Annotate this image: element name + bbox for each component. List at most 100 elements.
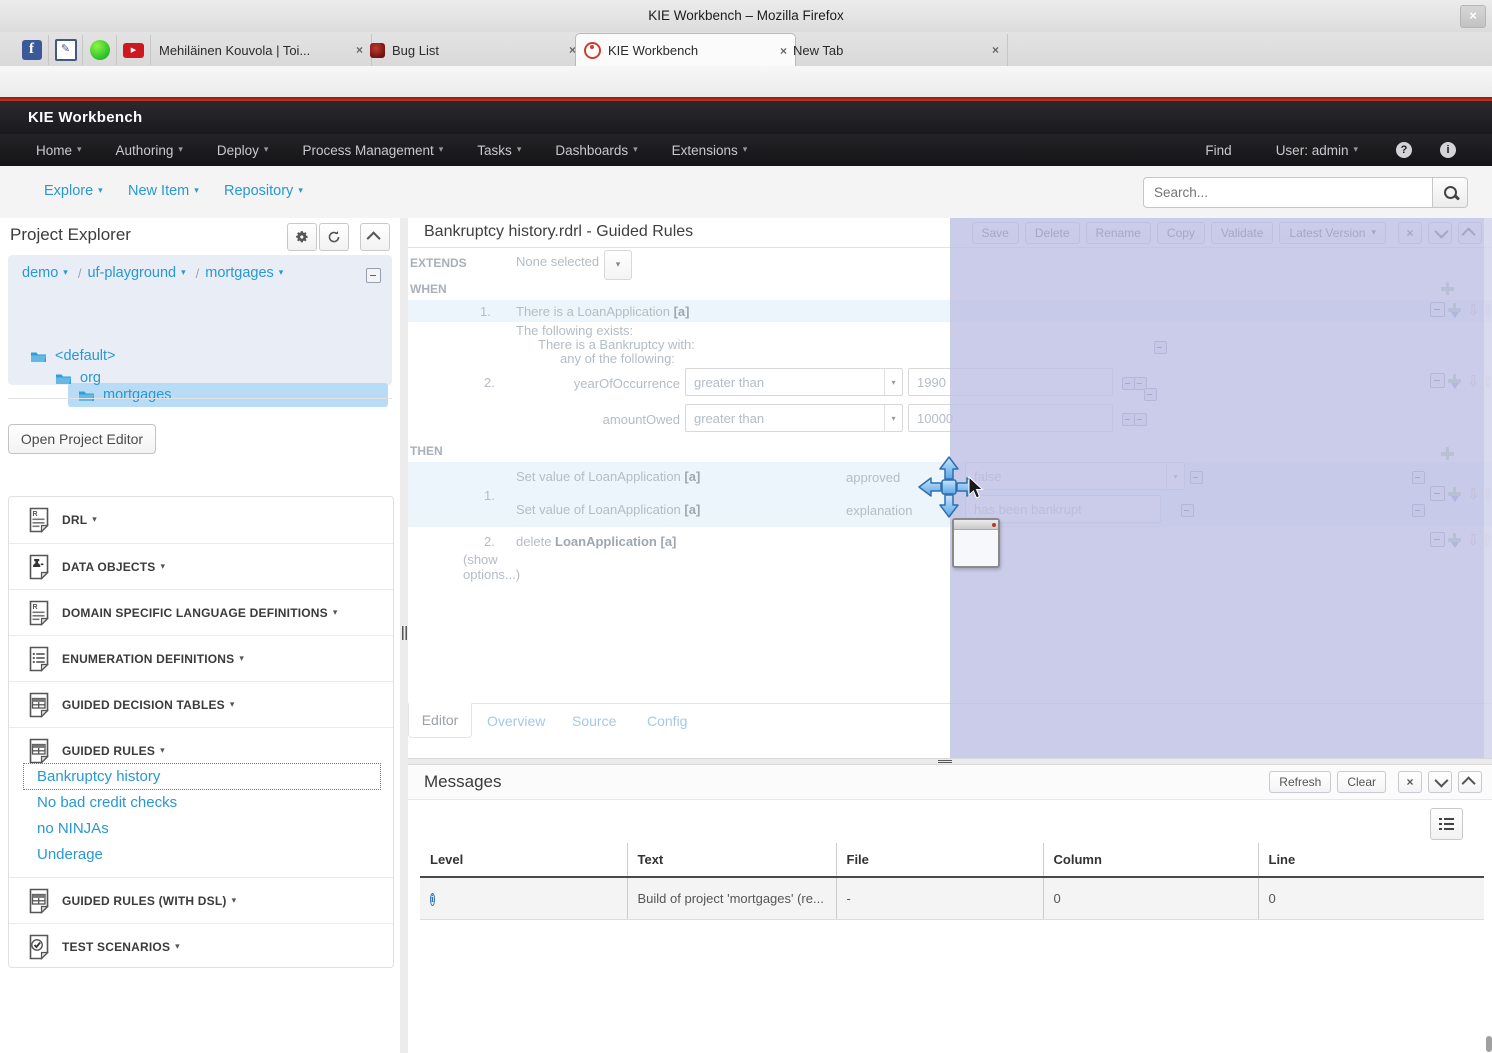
- chevron-down-icon[interactable]: ▾: [63, 268, 68, 278]
- rule-document-icon: R: [29, 507, 49, 533]
- tab-title: KIE Workbench: [608, 43, 699, 58]
- action-text[interactable]: Set value of LoanApplication [a]: [516, 502, 700, 517]
- nav-find[interactable]: Find: [1205, 143, 1231, 158]
- check-document-icon: [29, 934, 49, 960]
- tab-editor[interactable]: Editor: [408, 703, 472, 738]
- tab-close-icon[interactable]: ×: [992, 43, 999, 57]
- nav-tasks[interactable]: Tasks ▾: [477, 143, 521, 158]
- chevron-down-icon[interactable]: ▾: [279, 268, 284, 278]
- category-drl[interactable]: R DRL ▾: [9, 497, 393, 543]
- asset-underage[interactable]: Underage: [37, 846, 103, 863]
- chevron-down-icon: ▾: [194, 186, 199, 196]
- open-project-editor-button[interactable]: Open Project Editor: [8, 424, 156, 454]
- youtube-icon: ▶: [123, 42, 144, 58]
- asset-bankruptcy-history[interactable]: Bankruptcy history: [37, 768, 160, 785]
- asset-no-bad-credit-checks[interactable]: No bad credit checks: [37, 794, 177, 811]
- kie-search-input[interactable]: [1143, 177, 1432, 208]
- close-panel-button[interactable]: ×: [1398, 771, 1422, 793]
- operator-select[interactable]: greater than ▾: [685, 404, 903, 432]
- chevron-down-icon: ▾: [231, 896, 237, 906]
- extends-dropdown-button[interactable]: ▾: [604, 250, 632, 280]
- row-number: 1.: [484, 488, 495, 503]
- category-guided-rules-with-dsl[interactable]: GUIDED RULES (WITH DSL) ▾: [9, 877, 393, 924]
- breadcrumb-repository[interactable]: uf-playground: [87, 265, 176, 281]
- table-row[interactable]: i Build of project 'mortgages' (re... - …: [420, 877, 1484, 920]
- collapse-panel-button[interactable]: [360, 223, 390, 251]
- clear-button[interactable]: Clear: [1337, 771, 1386, 793]
- info-icon[interactable]: i: [1440, 142, 1456, 158]
- vertical-splitter[interactable]: [400, 218, 408, 1053]
- collapse-panel-button[interactable]: [1458, 771, 1482, 793]
- fact-binding: [a]: [673, 304, 690, 319]
- operator-select[interactable]: greater than ▾: [685, 368, 903, 396]
- category-test-scenarios[interactable]: TEST SCENARIOS ▾: [9, 923, 393, 970]
- delete-action[interactable]: delete LoanApplication [a]: [516, 534, 676, 549]
- col-file[interactable]: File: [835, 843, 1043, 878]
- tab-kie-workbench[interactable]: KIE Workbench ×: [575, 33, 796, 67]
- col-level[interactable]: Level: [420, 843, 627, 878]
- chevron-down-icon: ▾: [884, 369, 902, 395]
- collapse-tree-icon[interactable]: [366, 268, 381, 283]
- action-label: Set value of LoanApplication: [516, 469, 681, 484]
- category-enumeration-definitions[interactable]: ENUMERATION DEFINITIONS ▾: [9, 635, 393, 682]
- pinned-tab-apple[interactable]: [83, 35, 117, 65]
- tab-bug-list[interactable]: Bug List ×: [362, 34, 585, 66]
- user-menu[interactable]: User: admin ▾: [1276, 143, 1358, 158]
- chevron-down-icon: ▾: [178, 145, 183, 155]
- nav-dashboards[interactable]: Dashboards ▾: [555, 143, 637, 158]
- category-data-objects[interactable]: DATA OBJECTS ▾: [9, 543, 393, 590]
- nav-label: Authoring: [115, 142, 174, 158]
- nav-process-management[interactable]: Process Management ▾: [302, 143, 443, 158]
- action-text[interactable]: Set value of LoanApplication [a]: [516, 469, 700, 484]
- ghost-window-titlebar: [954, 520, 998, 530]
- explorer-breadcrumb-box: demo ▾ / uf-playground ▾ / mortgages ▾ <def…: [8, 255, 392, 407]
- breadcrumb-org-unit[interactable]: demo: [22, 265, 58, 281]
- panel-title: Messages: [424, 772, 502, 791]
- refresh-button[interactable]: [319, 223, 349, 251]
- pinned-tab-facebook[interactable]: f: [15, 35, 49, 65]
- asset-no-ninjas[interactable]: no NINJAs: [37, 820, 109, 837]
- nav-extensions[interactable]: Extensions ▾: [672, 143, 748, 158]
- help-icon[interactable]: ?: [1396, 142, 1412, 158]
- tree-item-mortgages[interactable]: mortgages: [78, 387, 172, 403]
- settings-button[interactable]: [287, 223, 317, 251]
- condition-pattern[interactable]: There is a LoanApplication [a]: [516, 304, 689, 319]
- refresh-button[interactable]: Refresh: [1269, 771, 1332, 793]
- show-options-link[interactable]: (show options...): [463, 552, 525, 582]
- window-close-button[interactable]: ×: [1460, 5, 1486, 28]
- tab-source[interactable]: Source: [572, 713, 616, 729]
- minimize-panel-button[interactable]: [1428, 771, 1452, 793]
- category-guided-decision-tables[interactable]: GUIDED DECISION TABLES ▾: [9, 681, 393, 728]
- category-dsl-definitions[interactable]: R DOMAIN SPECIFIC LANGUAGE DEFINITIONS ▾: [9, 589, 393, 636]
- fact-binding: [a]: [684, 502, 701, 517]
- gear-icon: [296, 231, 308, 243]
- action-label: delete: [516, 534, 552, 549]
- toolbar-new-item[interactable]: New Item ▾: [128, 183, 199, 199]
- nav-authoring[interactable]: Authoring ▾: [116, 143, 183, 158]
- chevron-down-icon[interactable]: ▾: [181, 268, 186, 278]
- tab-config[interactable]: Config: [647, 713, 687, 729]
- toggle-list-view-button[interactable]: [1430, 808, 1463, 840]
- scrollbar-thumb[interactable]: [1486, 1036, 1492, 1052]
- tab-mehilainen[interactable]: Mehiläinen Kouvola | Toi... ×: [151, 34, 372, 66]
- col-text[interactable]: Text: [626, 843, 836, 878]
- pinned-tab-notes[interactable]: ✎: [49, 35, 83, 65]
- tab-overview[interactable]: Overview: [487, 713, 545, 729]
- breadcrumb-project[interactable]: mortgages: [205, 265, 274, 281]
- bug-favicon-icon: [370, 42, 385, 58]
- pinned-tab-youtube[interactable]: ▶: [117, 35, 151, 65]
- toolbar-repository[interactable]: Repository ▾: [224, 183, 303, 199]
- toolbar-explore[interactable]: Explore ▾: [44, 183, 103, 199]
- tree-item-default[interactable]: <default>: [30, 348, 115, 364]
- col-column[interactable]: Column: [1042, 843, 1258, 878]
- horizontal-splitter[interactable]: [408, 758, 1492, 765]
- kie-search-button[interactable]: [1432, 177, 1468, 208]
- chevron-down-icon: ▾: [77, 145, 82, 155]
- nav-home[interactable]: Home ▾: [36, 143, 82, 158]
- tree-item-org[interactable]: org: [55, 370, 101, 386]
- tree-item-label: <default>: [55, 348, 116, 364]
- tab-new-tab[interactable]: New Tab ×: [785, 34, 1008, 66]
- col-line[interactable]: Line: [1257, 843, 1484, 878]
- nav-deploy[interactable]: Deploy ▾: [217, 143, 269, 158]
- operator-value: greater than: [694, 374, 765, 390]
